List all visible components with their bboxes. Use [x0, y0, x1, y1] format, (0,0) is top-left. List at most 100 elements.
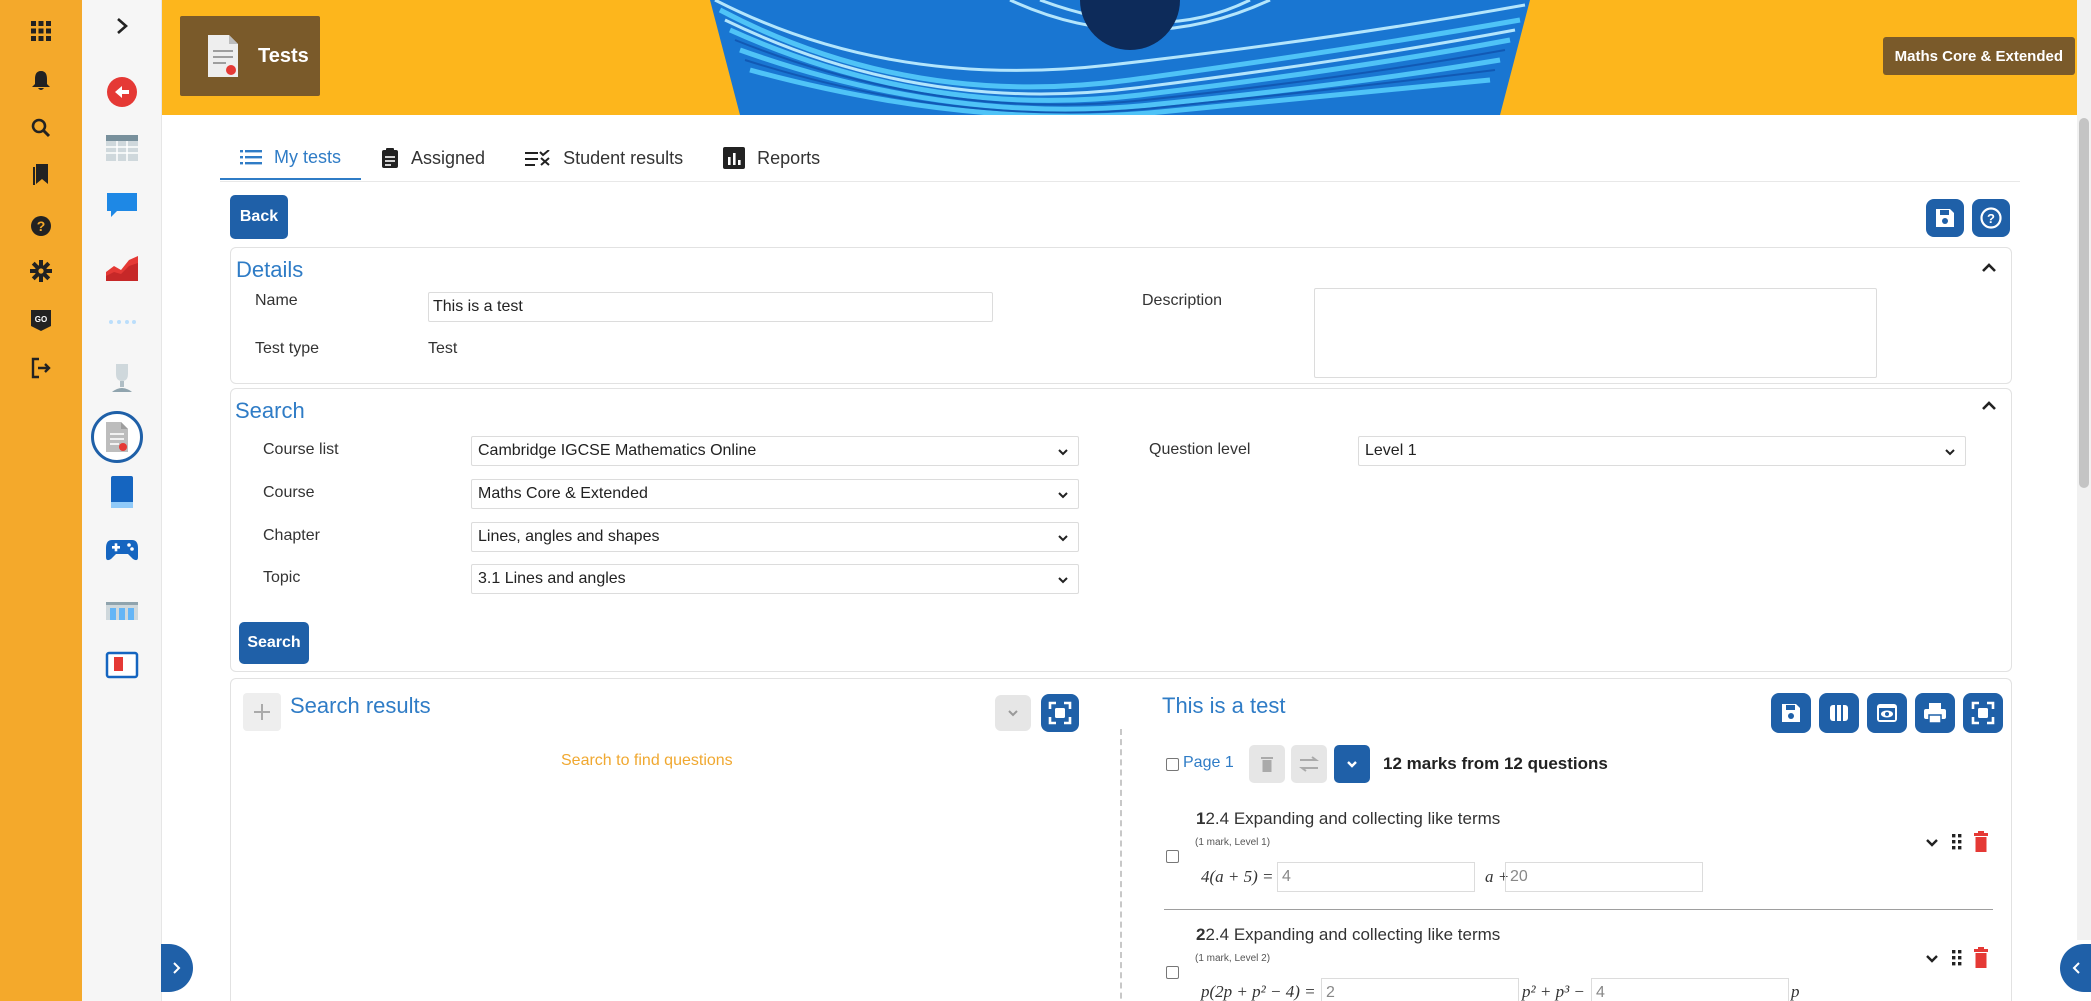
- course-list-select[interactable]: Cambridge IGCSE Mathematics Online: [471, 436, 1079, 466]
- question-expression: 4(a + 5) =: [1201, 867, 1274, 886]
- table-icon[interactable]: [100, 126, 144, 170]
- results-fullscreen-button[interactable]: [1041, 694, 1079, 732]
- preview-button[interactable]: [1867, 693, 1907, 733]
- search-results-title: Search results: [290, 693, 431, 718]
- flashcard-icon[interactable]: [100, 643, 144, 687]
- answer-input[interactable]: 4: [1591, 978, 1789, 1001]
- tab-bar: My tests Assigned Student results Report…: [220, 136, 840, 182]
- details-panel: Details Name This is a test Test type Te…: [230, 247, 2012, 384]
- dots-icon[interactable]: [100, 300, 144, 344]
- answer-input[interactable]: 20: [1505, 862, 1703, 892]
- delete-icon[interactable]: [1973, 831, 1989, 853]
- question-divider: [1164, 909, 1993, 910]
- tests-doc-icon[interactable]: [91, 411, 143, 463]
- gamepad-icon[interactable]: [100, 528, 144, 572]
- chapter-select[interactable]: Lines, angles and shapes: [471, 522, 1079, 552]
- drag-handle-icon[interactable]: [1950, 949, 1964, 967]
- tab-reports[interactable]: Reports: [703, 136, 840, 180]
- save-button[interactable]: [1926, 199, 1964, 237]
- tab-my-tests[interactable]: My tests: [220, 136, 362, 180]
- add-question-button[interactable]: [243, 693, 281, 731]
- panel-divider: [1120, 729, 1122, 1001]
- question-meta: (1 mark, Level 2): [1195, 953, 1271, 964]
- scrollbar-thumb[interactable]: [2079, 118, 2089, 488]
- logout-icon[interactable]: [23, 350, 59, 386]
- answer-input[interactable]: 4: [1277, 862, 1475, 892]
- results-dropdown-button[interactable]: [995, 695, 1031, 731]
- drag-handle-icon[interactable]: [1950, 833, 1964, 851]
- search-icon[interactable]: [23, 110, 59, 146]
- classroom-icon[interactable]: [100, 587, 144, 631]
- course-select[interactable]: Maths Core & Extended: [471, 479, 1079, 509]
- save-icon: [1936, 209, 1954, 227]
- delete-icon[interactable]: [1973, 947, 1989, 969]
- question-checkbox[interactable]: [1166, 966, 1179, 979]
- page-scrollbar[interactable]: [2077, 0, 2091, 940]
- select-value: Lines, angles and shapes: [478, 528, 660, 545]
- apps-grid-icon[interactable]: [23, 13, 59, 49]
- course-label: Course: [263, 484, 315, 501]
- chevron-left-icon: [2072, 962, 2080, 974]
- chevron-down-icon: [1058, 577, 1068, 584]
- name-input[interactable]: This is a test: [428, 292, 993, 322]
- header-banner-image: [710, 0, 1530, 115]
- search-title: Search: [235, 398, 305, 423]
- help-button[interactable]: ?: [1972, 199, 2010, 237]
- trash-icon: [1261, 757, 1273, 772]
- chart-icon[interactable]: [100, 246, 144, 290]
- chevron-down-icon: [1058, 492, 1068, 499]
- fullscreen-icon: [1048, 701, 1072, 725]
- chevron-down-icon[interactable]: [1925, 836, 1939, 850]
- expand-right-panel-button[interactable]: [2060, 944, 2091, 992]
- main-rail: ? GO: [0, 0, 82, 1001]
- back-button[interactable]: Back: [230, 195, 288, 239]
- description-label: Description: [1142, 292, 1223, 309]
- search-button[interactable]: Search: [239, 622, 309, 664]
- chevron-down-icon: [1347, 761, 1357, 768]
- bell-icon[interactable]: [23, 63, 59, 99]
- chevron-down-icon[interactable]: [1925, 952, 1939, 966]
- collapse-caret-icon[interactable]: [1979, 396, 1999, 416]
- course-badge[interactable]: Maths Core & Extended: [1882, 37, 2075, 75]
- swap-icon: [1299, 756, 1319, 772]
- clipboard-icon: [382, 148, 399, 168]
- answer-input[interactable]: 2: [1321, 978, 1519, 1001]
- go-icon[interactable]: GO: [23, 302, 59, 338]
- test-type-label: Test type: [255, 340, 320, 357]
- expand-left-panel-button[interactable]: [161, 944, 193, 992]
- page-expand-button[interactable]: [1334, 745, 1370, 783]
- save-test-button[interactable]: [1771, 693, 1811, 733]
- chevron-down-icon: [1008, 710, 1018, 717]
- tab-divider: [220, 181, 2020, 182]
- bookmark-icon[interactable]: [23, 157, 59, 193]
- question-expression: p: [1791, 982, 1800, 1001]
- back-circle-icon[interactable]: [100, 70, 144, 114]
- help-icon[interactable]: ?: [23, 208, 59, 244]
- page-link[interactable]: Page 1: [1183, 754, 1234, 772]
- details-title: Details: [236, 257, 304, 282]
- question-expression: p² + p³ −: [1522, 982, 1585, 1001]
- delete-page-button[interactable]: [1249, 745, 1285, 783]
- question-level-select[interactable]: Level 1: [1358, 436, 1966, 466]
- print-button[interactable]: [1915, 693, 1955, 733]
- trophy-icon[interactable]: [100, 356, 144, 400]
- print-icon: [1924, 703, 1946, 724]
- description-textarea[interactable]: [1314, 288, 1877, 378]
- settings-icon[interactable]: [23, 253, 59, 289]
- topic-select[interactable]: 3.1 Lines and angles: [471, 564, 1079, 594]
- question-expression: p(2p + p² − 4) =: [1201, 982, 1316, 1001]
- question-checkbox[interactable]: [1166, 850, 1179, 863]
- expand-chevron-icon[interactable]: [100, 4, 144, 48]
- test-fullscreen-button[interactable]: [1963, 693, 2003, 733]
- page-checkbox[interactable]: [1166, 758, 1179, 771]
- question-title: 2.4 Expanding and collecting like terms: [1205, 925, 1501, 944]
- chat-icon[interactable]: [100, 183, 144, 227]
- book-icon[interactable]: [100, 470, 144, 514]
- collapse-caret-icon[interactable]: [1979, 258, 1999, 278]
- tab-student-results[interactable]: Student results: [505, 136, 703, 180]
- reorder-page-button[interactable]: [1291, 745, 1327, 783]
- columns-button[interactable]: [1819, 693, 1859, 733]
- tests-doc-icon: [208, 35, 238, 77]
- tab-assigned[interactable]: Assigned: [361, 136, 505, 180]
- list-icon: [240, 150, 262, 165]
